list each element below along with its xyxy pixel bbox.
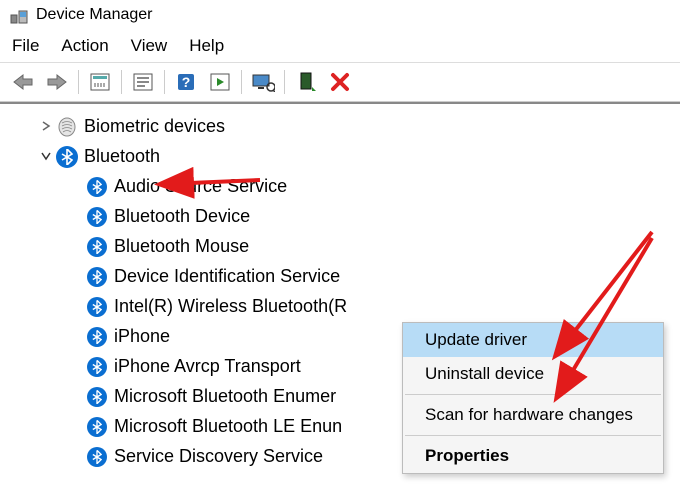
bluetooth-icon [86,176,108,198]
menu-item-update-driver[interactable]: Update driver [403,323,663,357]
scan-toolbar-button[interactable] [203,67,237,97]
device-manager-icon [10,6,28,24]
toolbar-separator [164,70,165,94]
tree-node-child[interactable]: Bluetooth Device [0,202,680,232]
menu-action[interactable]: Action [61,36,108,56]
bluetooth-icon [86,296,108,318]
svg-text:?: ? [182,74,191,90]
tree-node-label: Intel(R) Wireless Bluetooth(R [114,293,347,321]
bluetooth-icon [86,236,108,258]
tree-node-label: iPhone Avrcp Transport [114,353,301,381]
menu-help[interactable]: Help [189,36,224,56]
toolbar: ? [0,62,680,102]
menu-view[interactable]: View [131,36,168,56]
context-menu: Update driver Uninstall device Scan for … [402,322,664,474]
help-toolbar-button[interactable]: ? [169,67,203,97]
tree-node-biometric[interactable]: Biometric devices [0,112,680,142]
chevron-down-icon[interactable] [36,147,56,167]
menu-bar: File Action View Help [0,30,680,62]
toolbar-separator [284,70,285,94]
bluetooth-icon [86,266,108,288]
tree-node-bluetooth[interactable]: Bluetooth [0,142,680,172]
bluetooth-icon [86,416,108,438]
menu-item-properties[interactable]: Properties [403,439,663,473]
monitor-toolbar-button[interactable] [246,67,280,97]
toolbar-separator [241,70,242,94]
tree-node-child[interactable]: Bluetooth Mouse [0,232,680,262]
toolbar-separator [78,70,79,94]
title-bar: Device Manager [0,0,680,30]
menu-file[interactable]: File [12,36,39,56]
delete-toolbar-button[interactable] [323,67,357,97]
menu-separator [405,394,661,395]
update-toolbar-button[interactable] [289,67,323,97]
back-button[interactable] [6,67,40,97]
tree-node-label: Service Discovery Service [114,443,323,471]
menu-item-label: Update driver [425,330,527,349]
tree-node-child[interactable]: Intel(R) Wireless Bluetooth(R [0,292,680,322]
menu-item-uninstall-device[interactable]: Uninstall device [403,357,663,391]
tree-node-label: Biometric devices [84,113,225,141]
properties-toolbar-button[interactable] [126,67,160,97]
tree-node-label: iPhone [114,323,170,351]
menu-item-scan-hardware[interactable]: Scan for hardware changes [403,398,663,432]
bluetooth-icon [86,386,108,408]
bluetooth-icon [86,356,108,378]
tree-node-child[interactable]: Device Identification Service [0,262,680,292]
forward-button[interactable] [40,67,74,97]
tree-node-label: Audio Source Service [114,173,287,201]
tree-node-label: Device Identification Service [114,263,340,291]
bluetooth-icon [86,206,108,228]
show-hidden-button[interactable] [83,67,117,97]
menu-separator [405,435,661,436]
toolbar-separator [121,70,122,94]
chevron-right-icon[interactable] [36,117,56,137]
menu-item-label: Scan for hardware changes [425,405,633,424]
bluetooth-icon [56,146,78,168]
bluetooth-icon [86,326,108,348]
tree-node-label: Bluetooth Mouse [114,233,249,261]
menu-item-label: Properties [425,446,509,465]
tree-node-label: Microsoft Bluetooth LE Enun [114,413,342,441]
tree-node-child[interactable]: Audio Source Service [0,172,680,202]
menu-item-label: Uninstall device [425,364,544,383]
tree-node-label: Bluetooth Device [114,203,250,231]
tree-node-label: Microsoft Bluetooth Enumer [114,383,336,411]
fingerprint-icon [56,116,78,138]
window-title: Device Manager [36,6,153,24]
bluetooth-icon [86,446,108,468]
tree-node-label: Bluetooth [84,143,160,171]
